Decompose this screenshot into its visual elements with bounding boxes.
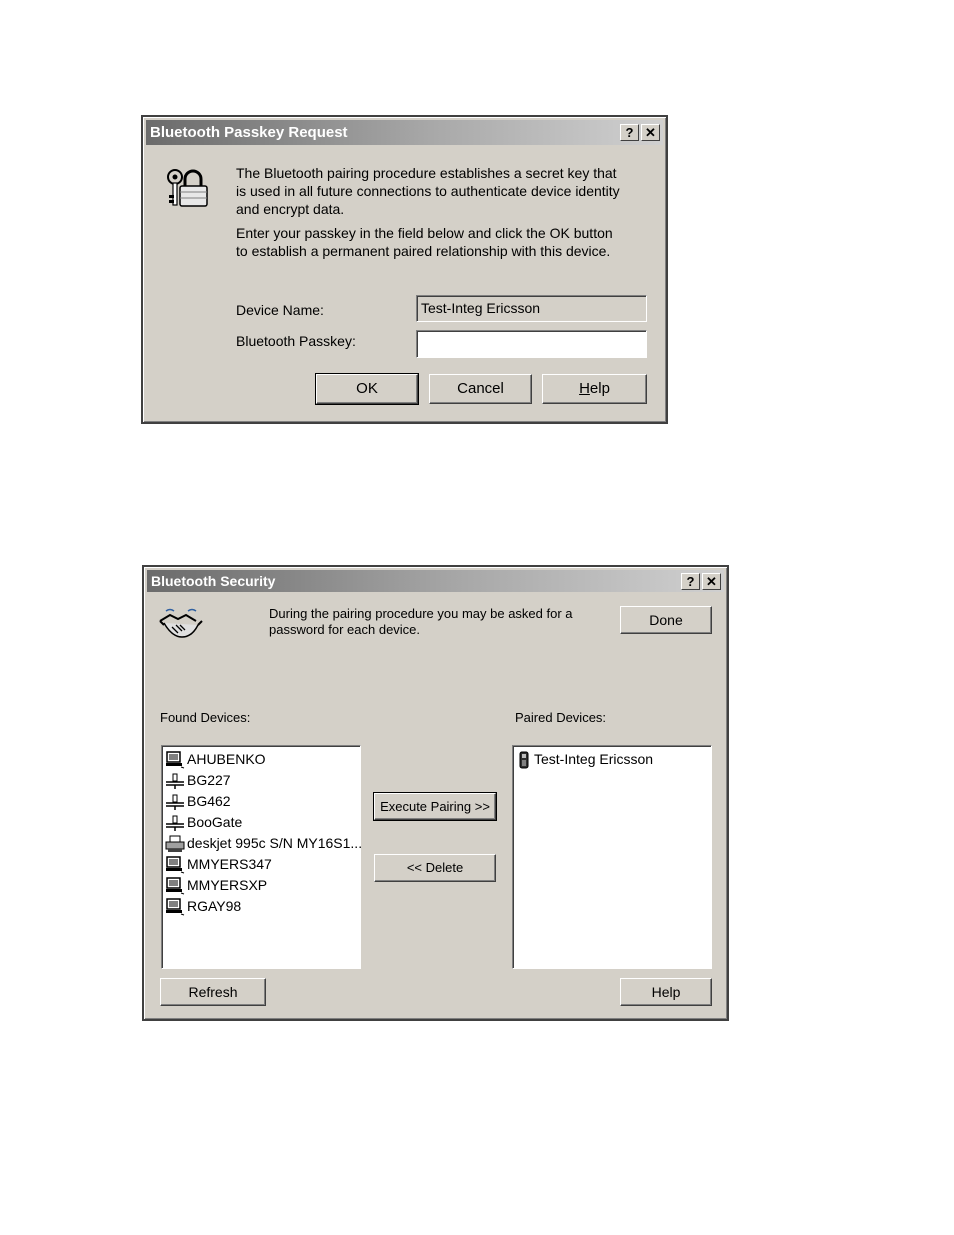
- intro-line: The Bluetooth pairing procedure establis…: [236, 165, 617, 181]
- close-title-button[interactable]: ✕: [702, 573, 721, 590]
- computer-icon: [166, 877, 185, 895]
- paired-devices-list[interactable]: Test-Integ Ericsson: [512, 745, 712, 969]
- device-name: deskjet 995c S/N MY16S1...: [187, 835, 363, 851]
- found-devices-list[interactable]: AHUBENKO BG227 BG462 BooGate deskjet 995…: [161, 745, 362, 969]
- device-name: Test-Integ Ericsson: [534, 751, 654, 767]
- delete-button[interactable]: << Delete: [374, 854, 496, 882]
- security-dialog-titlebar[interactable]: Bluetooth Security ? ✕: [147, 570, 724, 592]
- list-item[interactable]: MMYERS347: [165, 854, 272, 874]
- list-item[interactable]: deskjet 995c S/N MY16S1...: [165, 833, 362, 853]
- list-item[interactable]: RGAY98: [165, 896, 241, 916]
- cancel-button[interactable]: Cancel: [429, 374, 532, 404]
- security-dialog-title: Bluetooth Security: [151, 573, 276, 589]
- help-label-rest: elp: [589, 380, 610, 397]
- help-accelerator: H: [579, 380, 590, 397]
- device-name: MMYERS347: [187, 856, 272, 872]
- close-title-button[interactable]: ✕: [641, 124, 660, 141]
- help-title-button[interactable]: ?: [620, 124, 639, 141]
- intro-line: password for each device.: [269, 622, 421, 637]
- device-name: MMYERSXP: [187, 877, 268, 893]
- list-item[interactable]: AHUBENKO: [165, 749, 266, 769]
- passkey-input[interactable]: [416, 330, 647, 358]
- network-icon: [166, 815, 184, 832]
- computer-icon: [166, 856, 185, 874]
- device-name: BooGate: [187, 814, 243, 830]
- instruction-line: Enter your passkey in the field below an…: [236, 225, 613, 241]
- list-item[interactable]: Test-Integ Ericsson: [516, 749, 653, 769]
- lock-key-icon: [163, 165, 211, 209]
- device-name: AHUBENKO: [187, 751, 266, 767]
- refresh-button[interactable]: Refresh: [160, 978, 266, 1006]
- device-name: RGAY98: [187, 898, 242, 914]
- passkey-dialog-title: Bluetooth Passkey Request: [150, 124, 348, 141]
- device-name-label: Device Name:: [236, 302, 324, 318]
- passkey-dialog-titlebar[interactable]: Bluetooth Passkey Request ? ✕: [146, 120, 663, 145]
- found-devices-label: Found Devices:: [160, 710, 251, 725]
- paired-devices-label: Paired Devices:: [515, 710, 607, 725]
- passkey-request-dialog: Bluetooth Passkey Request ? ✕ The Blueto…: [141, 115, 668, 424]
- device-name: BG227: [187, 772, 231, 788]
- network-icon: [166, 773, 184, 790]
- passkey-label: Bluetooth Passkey:: [236, 333, 356, 349]
- computer-icon: [166, 751, 185, 769]
- intro-line: is used in all future connections to aut…: [236, 183, 620, 199]
- network-icon: [166, 794, 184, 811]
- device-name: BG462: [187, 793, 231, 809]
- list-item[interactable]: BG462: [165, 791, 231, 811]
- help-button[interactable]: Help: [542, 374, 647, 404]
- intro-line: During the pairing procedure you may be …: [269, 606, 573, 621]
- security-intro-text: During the pairing procedure you may be …: [269, 606, 573, 638]
- list-item[interactable]: BG227: [165, 770, 231, 790]
- printer-icon: [165, 835, 185, 853]
- passkey-instructions-paragraph: Enter your passkey in the field below an…: [236, 224, 656, 260]
- list-item[interactable]: MMYERSXP: [165, 875, 267, 895]
- intro-line: and encrypt data.: [236, 201, 345, 217]
- help-title-button[interactable]: ?: [681, 573, 700, 590]
- done-button[interactable]: Done: [620, 606, 712, 634]
- ok-button[interactable]: OK: [315, 373, 419, 405]
- passkey-intro-paragraph: The Bluetooth pairing procedure establis…: [236, 164, 656, 218]
- handshake-icon: [158, 607, 204, 645]
- instruction-line: to establish a permanent paired relation…: [236, 243, 611, 259]
- help-button[interactable]: Help: [620, 978, 712, 1006]
- computer-icon: [166, 898, 185, 916]
- list-item[interactable]: BooGate: [165, 812, 242, 832]
- bluetooth-security-dialog: Bluetooth Security ? ✕ During the pairin…: [142, 565, 729, 1021]
- phone-icon: [519, 751, 529, 769]
- execute-pairing-button[interactable]: Execute Pairing >>: [373, 792, 497, 821]
- device-name-field: Test-Integ Ericsson: [416, 295, 647, 322]
